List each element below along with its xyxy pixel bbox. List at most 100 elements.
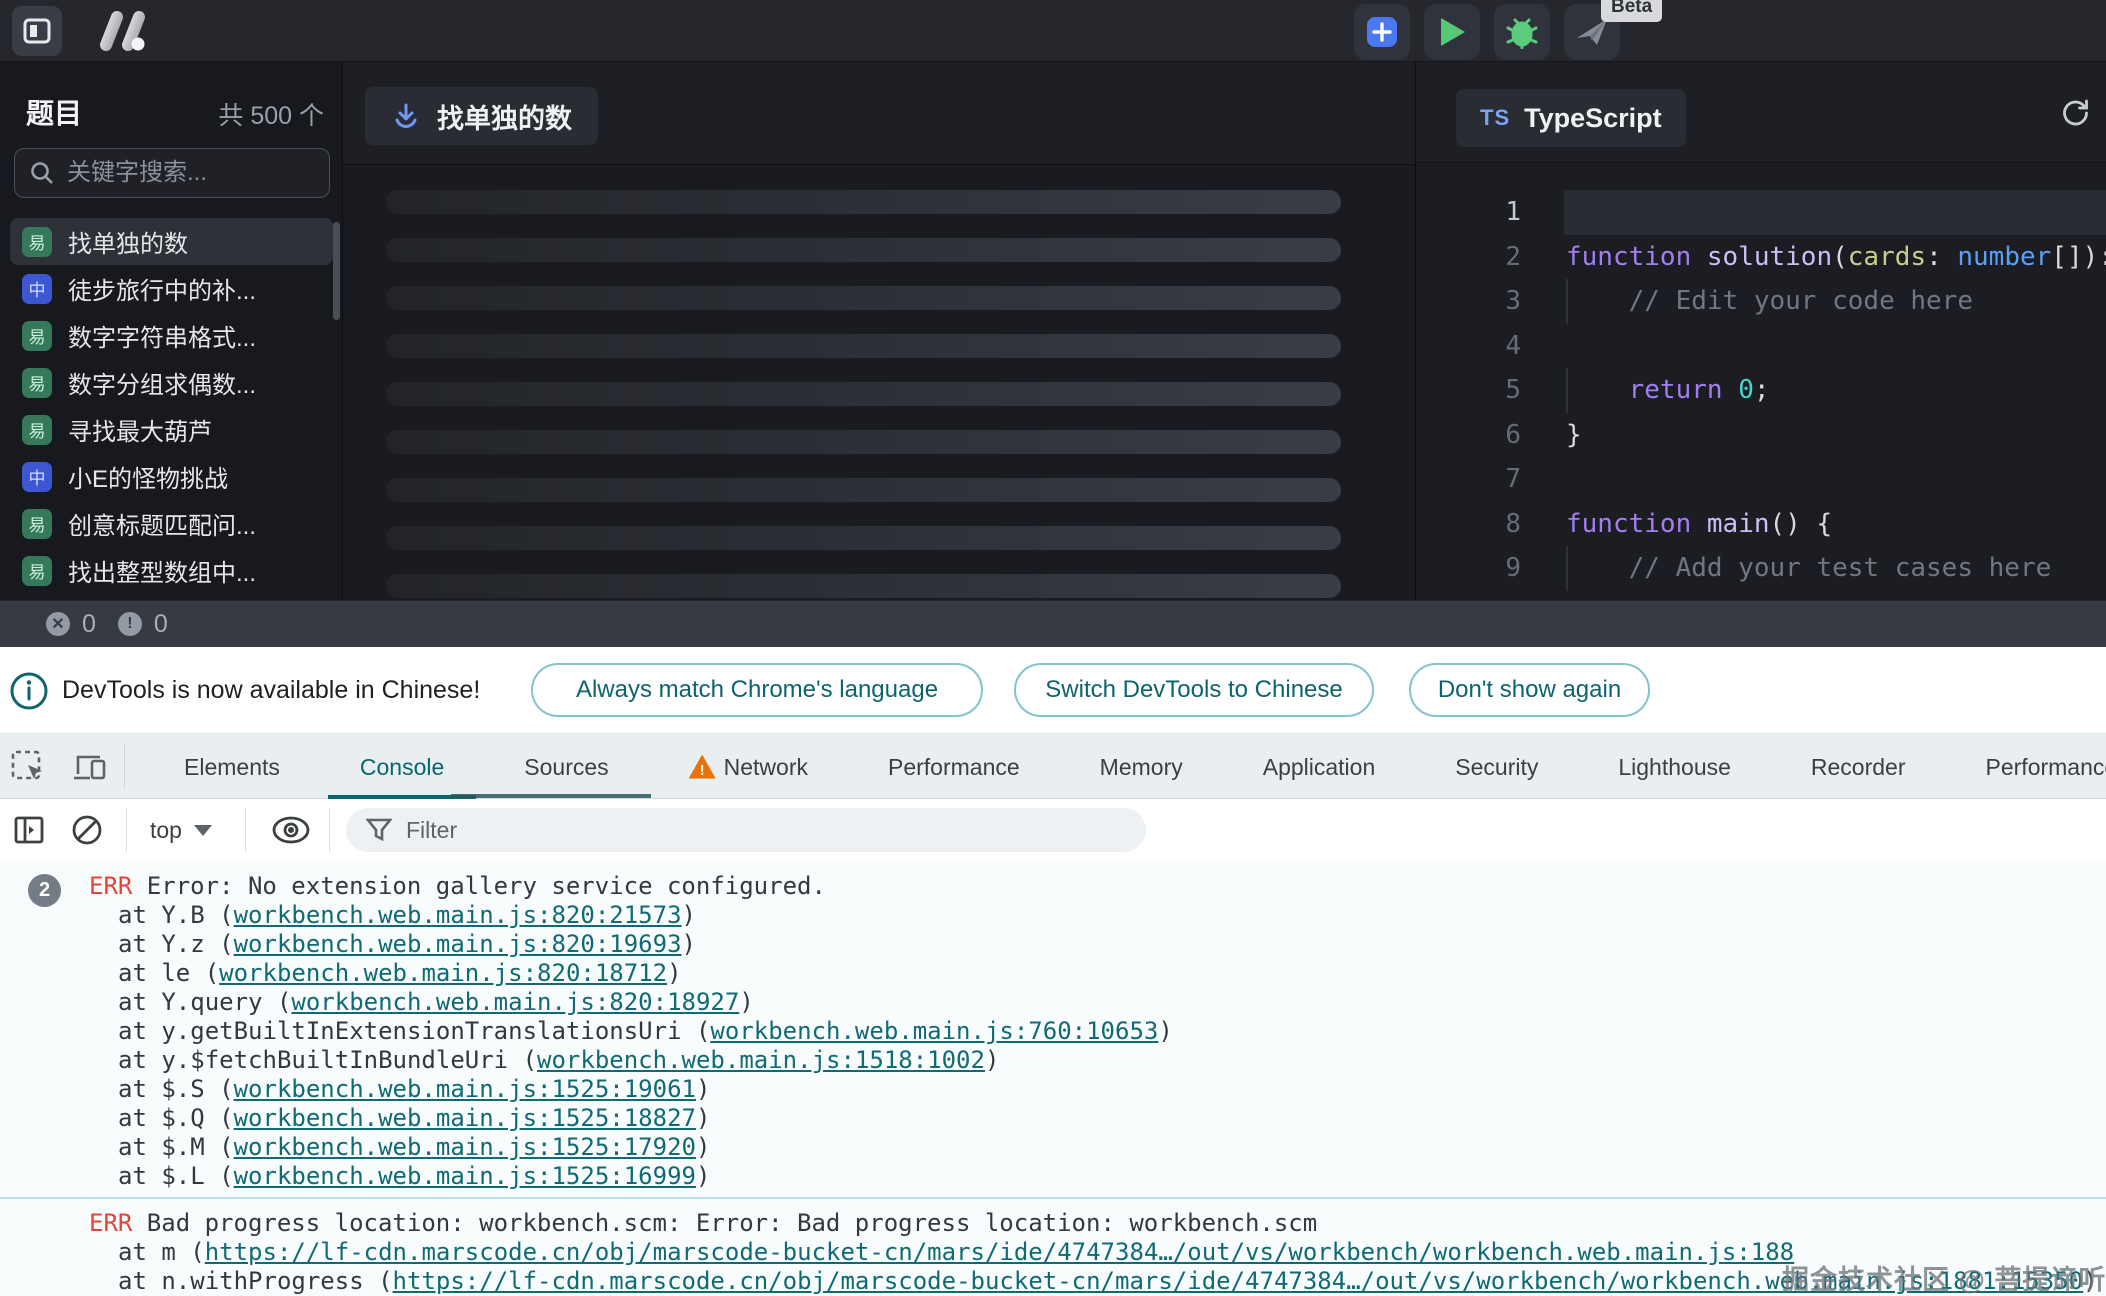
code-editor-panel: TS TypeScript 12function solution(cards:…: [1415, 62, 2106, 600]
errors-icon: ✕: [46, 612, 70, 636]
sidebar-item[interactable]: 中小E的怪物挑战: [10, 453, 333, 500]
source-link[interactable]: workbench.web.main.js:820:21573: [234, 901, 682, 929]
play-icon: [1437, 16, 1467, 48]
devtools-tabbar: Elements Console Sources!Network Performanc…: [0, 734, 2106, 799]
source-link[interactable]: workbench.web.main.js:1525:19061: [234, 1075, 696, 1103]
reset-code-button[interactable]: [2060, 98, 2090, 128]
tab-label: Console: [360, 735, 444, 799]
tab-label: Performance: [888, 735, 1020, 799]
device-toolbar-icon[interactable]: [72, 749, 108, 785]
context-selector[interactable]: top: [150, 799, 212, 861]
code-line[interactable]: 9 // Add your test cases here: [1416, 546, 2106, 591]
skeleton-bar: [386, 430, 1341, 454]
line-number: 9: [1416, 546, 1521, 591]
devtools-tab-application[interactable]: Application: [1223, 734, 1416, 799]
console-sidebar-icon[interactable]: [12, 813, 46, 847]
sidebar-item[interactable]: 易寻找最大葫芦: [10, 406, 333, 453]
add-button[interactable]: [1354, 4, 1410, 60]
source-link[interactable]: workbench.web.main.js:1525:18827: [234, 1104, 696, 1132]
code-line[interactable]: 5 return 0;: [1416, 368, 2106, 413]
filter-box[interactable]: [346, 808, 1146, 852]
devtools-tab-elements[interactable]: Elements: [144, 734, 320, 799]
line-number: 6: [1416, 413, 1521, 458]
problem-title: 找出整型数组中...: [68, 553, 256, 588]
source-link[interactable]: workbench.web.main.js:820:18927: [291, 988, 739, 1016]
search-box[interactable]: [14, 148, 330, 198]
code-line[interactable]: 1: [1416, 190, 2106, 235]
code-line[interactable]: 3 // Edit your code here: [1416, 279, 2106, 324]
code-editor[interactable]: 12function solution(cards: number[]):3 /…: [1416, 190, 2106, 591]
match-language-button[interactable]: Always match Chrome's language: [531, 663, 983, 717]
plus-icon: [1365, 15, 1399, 49]
devtools-tab-performance[interactable]: Performance: [848, 734, 1060, 799]
console-toolbar: top: [0, 799, 2106, 861]
dont-show-again-button[interactable]: Don't show again: [1409, 663, 1650, 717]
tab-label: Security: [1455, 735, 1538, 799]
stack-frame: at Y.query (workbench.web.main.js:820:18…: [0, 988, 2106, 1017]
sidebar-item[interactable]: 易找出整型数组中...: [10, 547, 333, 594]
switch-to-chinese-button[interactable]: Switch DevTools to Chinese: [1014, 663, 1374, 717]
sidebar-item[interactable]: 易数字分组求偶数...: [10, 359, 333, 406]
code-text: return 0;: [1566, 368, 1770, 413]
code-line[interactable]: 2function solution(cards: number[]):: [1416, 235, 2106, 280]
console-log-area: ERR Error: No extension gallery service …: [0, 872, 2106, 1296]
clear-console-icon[interactable]: [70, 813, 104, 847]
debug-button[interactable]: [1494, 4, 1550, 60]
source-link[interactable]: workbench.web.main.js:820:18712: [219, 959, 667, 987]
stack-frame: at Y.B (workbench.web.main.js:820:21573): [0, 901, 2106, 930]
devtools-tab-network[interactable]: !Network: [649, 734, 848, 799]
devtools-tab-recorder[interactable]: Recorder: [1771, 734, 1946, 799]
info-icon: [8, 670, 50, 712]
stack-frame: at le (workbench.web.main.js:820:18712): [0, 959, 2106, 988]
sidebar-item[interactable]: 中徒步旅行中的补...: [10, 265, 333, 312]
line-number: 7: [1416, 457, 1521, 502]
search-input[interactable]: [67, 159, 315, 187]
devtools-tab-performance[interactable]: Performance: [1946, 734, 2106, 799]
problem-count: 共 500 个: [218, 96, 324, 132]
problem-tab[interactable]: 找单独的数: [365, 87, 598, 145]
source-link[interactable]: https://lf-cdn.marscode.cn/obj/marscode-…: [205, 1238, 1794, 1266]
devtools-tabs: Elements Console Sources!Network Performanc…: [144, 734, 2106, 799]
source-link[interactable]: workbench.web.main.js:1525:17920: [234, 1133, 696, 1161]
stack-frame: at y.getBuiltInExtensionTranslationsUri …: [0, 1017, 2106, 1046]
devtools-tab-sources[interactable]: Sources: [484, 734, 648, 799]
code-line[interactable]: 7: [1416, 457, 2106, 502]
toolbar-separator: [126, 808, 127, 852]
code-text: function main() {: [1566, 502, 1832, 547]
source-link[interactable]: workbench.web.main.js:1518:1002: [537, 1046, 985, 1074]
toolbar-separator: [329, 808, 330, 852]
source-link[interactable]: workbench.web.main.js:820:19693: [234, 930, 682, 958]
sidebar-scrollbar[interactable]: [333, 222, 340, 320]
watermark: 掘金技术社区 @ 菩提谛听: [1782, 1258, 2106, 1296]
sidebar-item[interactable]: 易找单独的数: [10, 218, 333, 265]
devtools-tab-console[interactable]: Console: [320, 734, 484, 799]
sidebar-item[interactable]: 易数字字符串格式...: [10, 312, 333, 359]
source-link[interactable]: workbench.web.main.js:760:10653: [710, 1017, 1158, 1045]
eye-icon[interactable]: [270, 815, 312, 845]
filter-input[interactable]: [406, 817, 1126, 844]
difficulty-badge: 中: [22, 462, 52, 492]
sidebar-toggle-button[interactable]: [12, 6, 62, 56]
code-line[interactable]: 6}: [1416, 413, 2106, 458]
code-line[interactable]: 8function main() {: [1416, 502, 2106, 547]
line-number: 2: [1416, 235, 1521, 280]
code-line[interactable]: 4: [1416, 324, 2106, 369]
source-link[interactable]: workbench.web.main.js:1525:16999: [234, 1162, 696, 1190]
skeleton-bar: [386, 574, 1341, 598]
tabbar-scrollbar[interactable]: [451, 794, 651, 798]
inspect-element-icon[interactable]: [10, 749, 46, 785]
tab-label: Network: [724, 735, 808, 799]
difficulty-badge: 易: [22, 509, 52, 539]
run-button[interactable]: [1424, 4, 1480, 60]
devtools-tab-security[interactable]: Security: [1415, 734, 1578, 799]
problem-tabstrip: 找单独的数: [343, 62, 1415, 165]
console-messages: 2 ERR Error: No extension gallery servic…: [0, 860, 2106, 1296]
devtools-tab-lighthouse[interactable]: Lighthouse: [1578, 734, 1771, 799]
devtools-tab-memory[interactable]: Memory: [1060, 734, 1223, 799]
language-tab[interactable]: TS TypeScript: [1456, 89, 1686, 147]
language-tab-label: TypeScript: [1524, 103, 1662, 134]
code-text: // Edit your code here: [1566, 279, 1973, 324]
code-text: // Add your test cases here: [1566, 546, 2051, 591]
skeleton-bar: [386, 286, 1341, 310]
sidebar-item[interactable]: 易创意标题匹配问...: [10, 500, 333, 547]
